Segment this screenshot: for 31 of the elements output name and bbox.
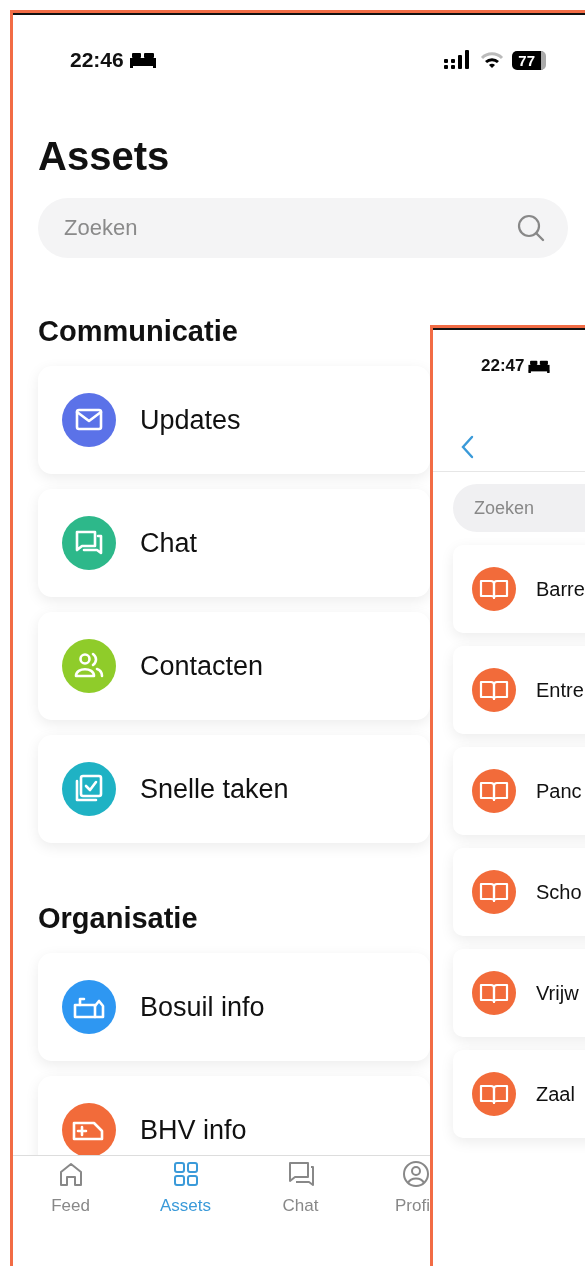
document-card[interactable]: Barre	[453, 545, 585, 633]
status-time: 22:47	[481, 356, 525, 376]
menu-card[interactable]: Contacten	[38, 612, 430, 720]
search-field[interactable]: Zoeken	[453, 484, 585, 532]
document-card[interactable]: Panc	[453, 747, 585, 835]
menu-card[interactable]: Updates	[38, 366, 430, 474]
search-icon	[516, 213, 546, 243]
battery-indicator: 77	[512, 50, 546, 70]
menu-card[interactable]: BHV info	[38, 1076, 430, 1155]
chat-icon	[286, 1160, 315, 1188]
bed-icon	[129, 52, 156, 68]
status-time: 22:46	[70, 48, 124, 72]
section-heading: Communicatie	[38, 314, 239, 349]
tab-item[interactable]: Chat	[243, 1156, 358, 1266]
profile-icon	[402, 1160, 430, 1188]
menu-card[interactable]: Chat	[38, 489, 430, 597]
menu-card[interactable]: Bosuil info	[38, 953, 430, 1061]
section-heading: Organisatie	[38, 901, 199, 936]
menu-card[interactable]: Snelle taken	[38, 735, 430, 843]
tab-item[interactable]: Feed	[13, 1156, 128, 1266]
grid-icon	[171, 1160, 200, 1188]
document-card[interactable]: Entre	[453, 646, 585, 734]
back-button[interactable]	[460, 434, 474, 459]
document-card[interactable]: Scho	[453, 848, 585, 936]
wifi-icon	[480, 51, 505, 69]
document-card[interactable]: Zaal	[453, 1050, 585, 1138]
search-field[interactable]: Zoeken	[38, 198, 568, 258]
bed-icon	[528, 359, 551, 373]
document-card[interactable]: Vrijw	[453, 949, 585, 1037]
tab-item[interactable]: Profi	[358, 1156, 430, 1266]
page-title: Assets	[38, 133, 171, 180]
